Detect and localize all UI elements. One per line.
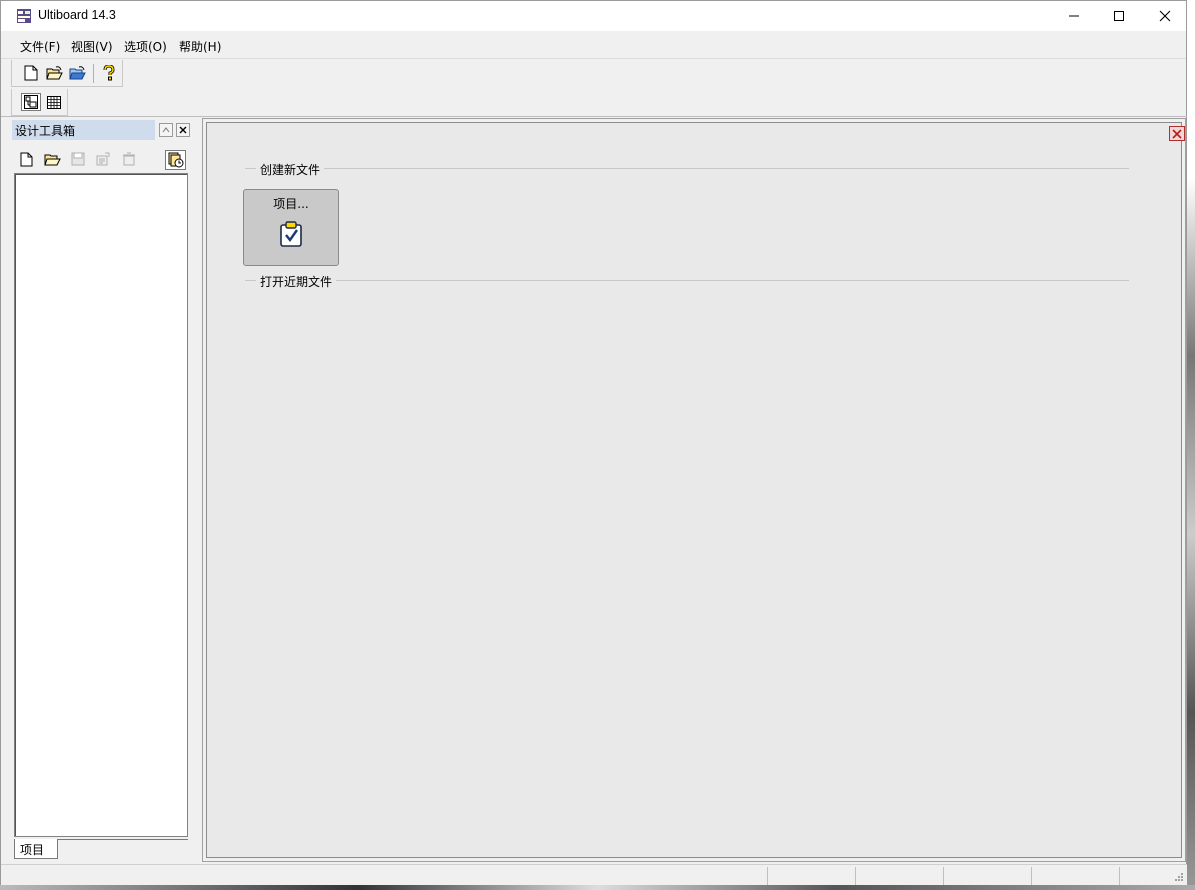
new-project-label: 项目...: [273, 197, 309, 211]
desktop-background-bottom: [0, 885, 1195, 890]
save-icon: [71, 152, 85, 166]
standard-toolbar: [11, 60, 123, 87]
menu-bar: 文件(F) 视图(V) 选项(O) 帮助(H): [1, 31, 1186, 59]
menu-options[interactable]: 选项(O): [124, 38, 167, 55]
recent-section-title: 打开近期文件: [256, 273, 337, 290]
tab-project-label: 项目: [20, 843, 45, 857]
close-icon: [1159, 10, 1171, 22]
design-toolbox-panel: 设计工具箱 项目: [10, 118, 201, 862]
view-toolbar: [11, 89, 68, 116]
restore-icon: [162, 127, 170, 133]
status-cell: [767, 867, 855, 885]
properties-icon: [96, 152, 110, 166]
new-file-icon: [24, 65, 38, 81]
maximize-icon: [1114, 11, 1124, 21]
help-button[interactable]: [99, 64, 119, 82]
ultiboard-app-icon: [17, 9, 31, 23]
open-project-button[interactable]: [67, 64, 87, 82]
create-section-line: [245, 168, 1129, 169]
spreadsheet-view-toggle[interactable]: [44, 93, 64, 111]
panel-title: 设计工具箱: [15, 124, 76, 138]
help-icon: [103, 65, 115, 81]
status-bar: [1, 864, 1188, 886]
open-file-icon: [45, 65, 63, 79]
panel-recent-button[interactable]: [165, 150, 186, 170]
design-toolbox-toggle[interactable]: [21, 93, 41, 111]
clipboard-check-icon: [280, 221, 302, 247]
spreadsheet-view-icon: [47, 95, 61, 109]
project-tree[interactable]: [14, 173, 188, 837]
panel-new-button[interactable]: [16, 150, 36, 168]
menu-help[interactable]: 帮助(H): [179, 38, 221, 55]
delete-icon: [123, 152, 135, 166]
new-icon: [20, 152, 32, 166]
start-page: 创建新文件 项目... 打开近期文件: [206, 122, 1185, 858]
panel-title-bar[interactable]: 设计工具箱: [12, 120, 155, 140]
status-cell: [943, 867, 1031, 885]
window-title: Ultiboard 14.3: [38, 8, 116, 22]
main-window: Ultiboard 14.3 文件(F) 视图(V) 选项(O) 帮助(H) 设…: [0, 0, 1188, 890]
panel-properties-button[interactable]: [93, 150, 113, 168]
menu-view[interactable]: 视图(V): [71, 38, 113, 55]
desktop-background: [1187, 0, 1195, 890]
create-section-title: 创建新文件: [256, 161, 325, 178]
status-cell: [1119, 867, 1169, 885]
tab-project[interactable]: 项目: [14, 839, 58, 859]
panel-close-button[interactable]: [176, 123, 190, 137]
menu-file[interactable]: 文件(F): [20, 38, 60, 55]
maximize-button[interactable]: [1096, 1, 1142, 31]
panel-toolbar: [10, 148, 201, 170]
panel-save-button[interactable]: [68, 150, 88, 168]
panel-restore-button[interactable]: [159, 123, 173, 137]
toolbar-separator: [93, 64, 94, 83]
status-cell: [855, 867, 943, 885]
resize-grip-icon[interactable]: [1173, 871, 1184, 882]
open-icon: [43, 154, 61, 165]
minimize-button[interactable]: [1051, 1, 1097, 31]
panel-delete-button[interactable]: [119, 150, 139, 168]
status-cell: [1031, 867, 1119, 885]
tab-strip-line: [58, 839, 188, 840]
new-file-button[interactable]: [21, 64, 41, 82]
open-file-button[interactable]: [44, 64, 64, 82]
close-start-page-button[interactable]: [1169, 126, 1185, 141]
close-icon: [1172, 128, 1182, 139]
open-project-icon: [68, 65, 86, 79]
title-bar[interactable]: Ultiboard 14.3: [1, 1, 1186, 31]
panel-open-button[interactable]: [42, 150, 62, 168]
close-icon: [179, 126, 187, 134]
design-toolbox-view-icon: [24, 95, 38, 109]
new-project-button[interactable]: 项目...: [243, 189, 339, 266]
minimize-icon: [1069, 15, 1079, 17]
toolbar-divider: [1, 116, 1188, 117]
recent-section-line: [245, 280, 1129, 281]
start-page-frame: 创建新文件 项目... 打开近期文件: [202, 118, 1186, 862]
close-button[interactable]: [1142, 1, 1188, 31]
recent-project-icon: [168, 152, 183, 168]
